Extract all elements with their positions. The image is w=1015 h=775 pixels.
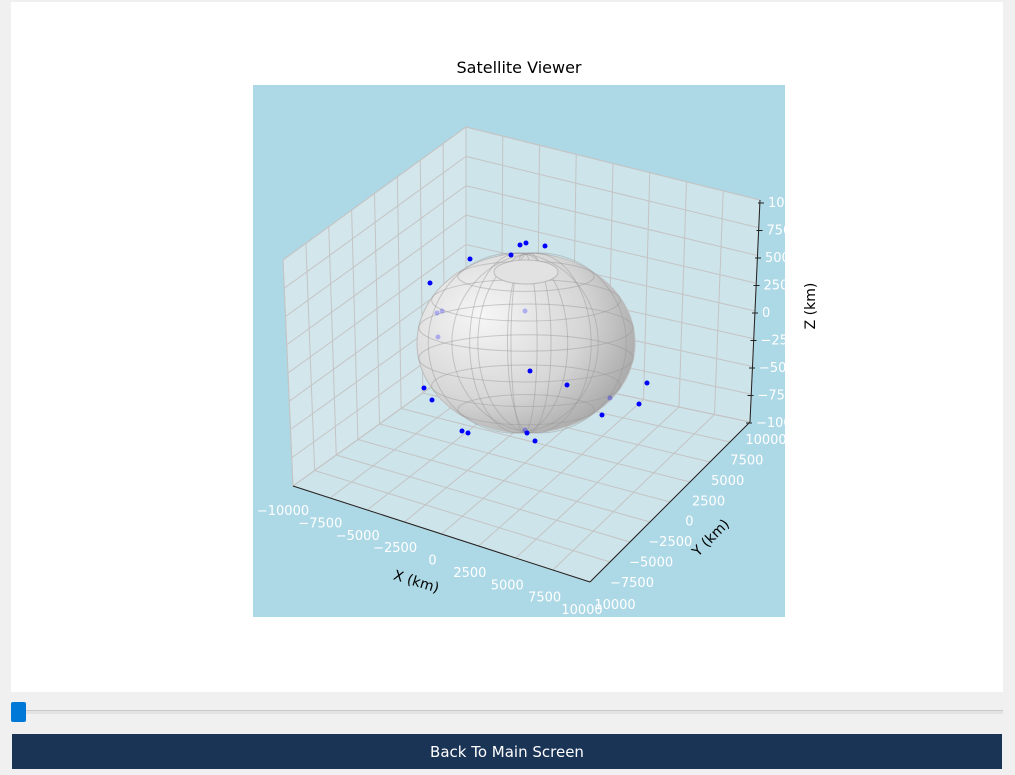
time-slider-handle[interactable] <box>11 702 26 722</box>
time-slider-track[interactable] <box>11 710 1003 714</box>
plot-title: Satellite Viewer <box>456 58 582 77</box>
plot-area-3d[interactable] <box>253 85 785 617</box>
back-to-main-button[interactable]: Back To Main Screen <box>12 734 1002 769</box>
